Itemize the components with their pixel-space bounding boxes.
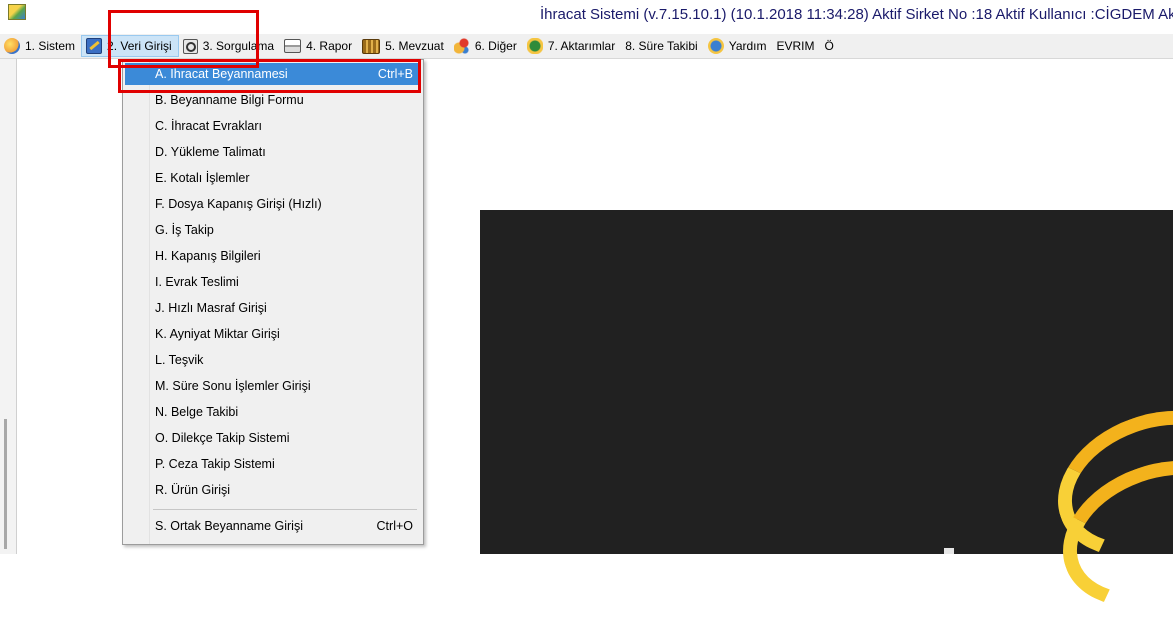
menu-item-ihracat-beyannamesi[interactable]: A. İhracat Beyannamesi Ctrl+B [125,63,419,85]
veri-girisi-dropdown: A. İhracat Beyannamesi Ctrl+B B. Beyanna… [122,59,424,545]
splash-mark [944,548,954,554]
menu-evrim[interactable]: EVRIM [773,35,821,57]
menu-veri-girisi[interactable]: 2. Veri Girişi [81,35,179,57]
menu-item-tesvik[interactable]: L. Teşvik [125,349,419,371]
menu-item-yukleme-talimati[interactable]: D. Yükleme Talimatı [125,141,419,163]
menu-sure-takibi[interactable]: 8. Süre Takibi [621,35,704,57]
menu-item-ihracat-evraklari[interactable]: C. İhracat Evrakları [125,115,419,137]
menu-item-label: L. Teşvik [155,353,204,367]
menu-item-label: R. Ürün Girişi [155,483,231,497]
menu-yardim-label: Yardım [728,39,767,53]
menu-item-label: M. Süre Sonu İşlemler Girişi [155,379,311,393]
menu-item-label: I. Evrak Teslimi [155,275,239,289]
menu-rapor-label: 4. Rapor [306,39,353,53]
menu-item-dosya-kapanis-girisi[interactable]: F. Dosya Kapanış Girişi (Hızlı) [125,193,419,215]
menu-item-label: S. Ortak Beyanname Girişi [155,519,303,533]
menu-sure-takibi-label: 8. Süre Takibi [625,39,698,53]
menu-diger[interactable]: 6. Diğer [450,35,523,57]
menu-item-label: H. Kapanış Bilgileri [155,249,261,263]
menu-separator [153,509,417,510]
menu-item-ceza-takip-sistemi[interactable]: P. Ceza Takip Sistemi [125,453,419,475]
menu-item-label: F. Dosya Kapanış Girişi (Hızlı) [155,197,322,211]
menu-item-is-takip[interactable]: G. İş Takip [125,219,419,241]
window-title: İhracat Sistemi (v.7.15.10.1) (10.1.2018… [540,6,1173,23]
menu-aktarimlar[interactable]: 7. Aktarımlar [523,35,621,57]
menu-item-label: A. İhracat Beyannamesi [155,67,288,81]
menu-o-label: Ö [824,39,834,53]
menu-item-ayniyat-miktar-girisi[interactable]: K. Ayniyat Miktar Girişi [125,323,419,345]
menu-item-label: N. Belge Takibi [155,405,239,419]
menu-item-sure-sonu-islemler[interactable]: M. Süre Sonu İşlemler Girişi [125,375,419,397]
menu-sorgulama[interactable]: 3. Sorgulama [179,35,280,57]
yardim-icon [707,38,724,54]
menu-rapor[interactable]: 4. Rapor [280,35,358,57]
menu-item-label: O. Dilekçe Takip Sistemi [155,431,290,445]
menu-veri-girisi-label: 2. Veri Girişi [107,39,172,53]
diger-icon [453,38,470,54]
menu-item-label: D. Yükleme Talimatı [155,145,266,159]
menu-sorgulama-label: 3. Sorgulama [202,39,275,53]
menu-item-shortcut: Ctrl+O [376,519,413,533]
app-icon [8,4,26,20]
menu-sistem[interactable]: 1. Sistem [0,35,81,57]
veri-girisi-icon [86,38,103,54]
menu-item-kapanis-bilgileri[interactable]: H. Kapanış Bilgileri [125,245,419,267]
menu-item-urun-girisi[interactable]: R. Ürün Girişi [125,479,419,501]
rapor-icon [284,39,302,53]
menu-mevzuat-label: 5. Mevzuat [385,39,444,53]
menu-item-label: C. İhracat Evrakları [155,119,262,133]
menu-sistem-label: 1. Sistem [25,39,76,53]
menu-item-label: K. Ayniyat Miktar Girişi [155,327,280,341]
title-bar: İhracat Sistemi (v.7.15.10.1) (10.1.2018… [0,0,1173,34]
menu-diger-label: 6. Diğer [474,39,517,53]
menu-aktarimlar-label: 7. Aktarımlar [547,39,616,53]
menu-item-dilekce-takip-sistemi[interactable]: O. Dilekçe Takip Sistemi [125,427,419,449]
left-scrollbar[interactable] [4,419,7,549]
menu-item-hizli-masraf-girisi[interactable]: J. Hızlı Masraf Girişi [125,297,419,319]
menu-item-evrak-teslimi[interactable]: I. Evrak Teslimi [125,271,419,293]
menu-item-label: P. Ceza Takip Sistemi [155,457,275,471]
menu-item-belge-takibi[interactable]: N. Belge Takibi [125,401,419,423]
menu-item-kotali-islemler[interactable]: E. Kotalı İşlemler [125,167,419,189]
menu-yardim[interactable]: Yardım [704,35,773,57]
sistem-icon [4,38,20,54]
menu-evrim-label: EVRIM [776,39,815,53]
mevzuat-icon [362,38,381,54]
aktarimlar-icon [526,38,543,54]
menu-item-ortak-beyanname-girisi[interactable]: S. Ortak Beyanname Girişi Ctrl+O [125,515,419,537]
menu-bar: 1. Sistem 2. Veri Girişi 3. Sorgulama 4.… [0,34,1173,59]
menu-item-label: J. Hızlı Masraf Girişi [155,301,267,315]
menu-item-shortcut: Ctrl+B [377,67,413,81]
menu-item-label: E. Kotalı İşlemler [155,171,250,185]
menu-item-label: B. Beyanname Bilgi Formu [155,93,304,107]
menu-item-label: G. İş Takip [155,223,214,237]
left-panel [0,59,17,554]
menu-item-beyanname-bilgi-formu[interactable]: B. Beyanname Bilgi Formu [125,89,419,111]
sorgulama-icon [182,38,198,54]
menu-o[interactable]: Ö [821,35,840,57]
menu-mevzuat[interactable]: 5. Mevzuat [358,35,450,57]
